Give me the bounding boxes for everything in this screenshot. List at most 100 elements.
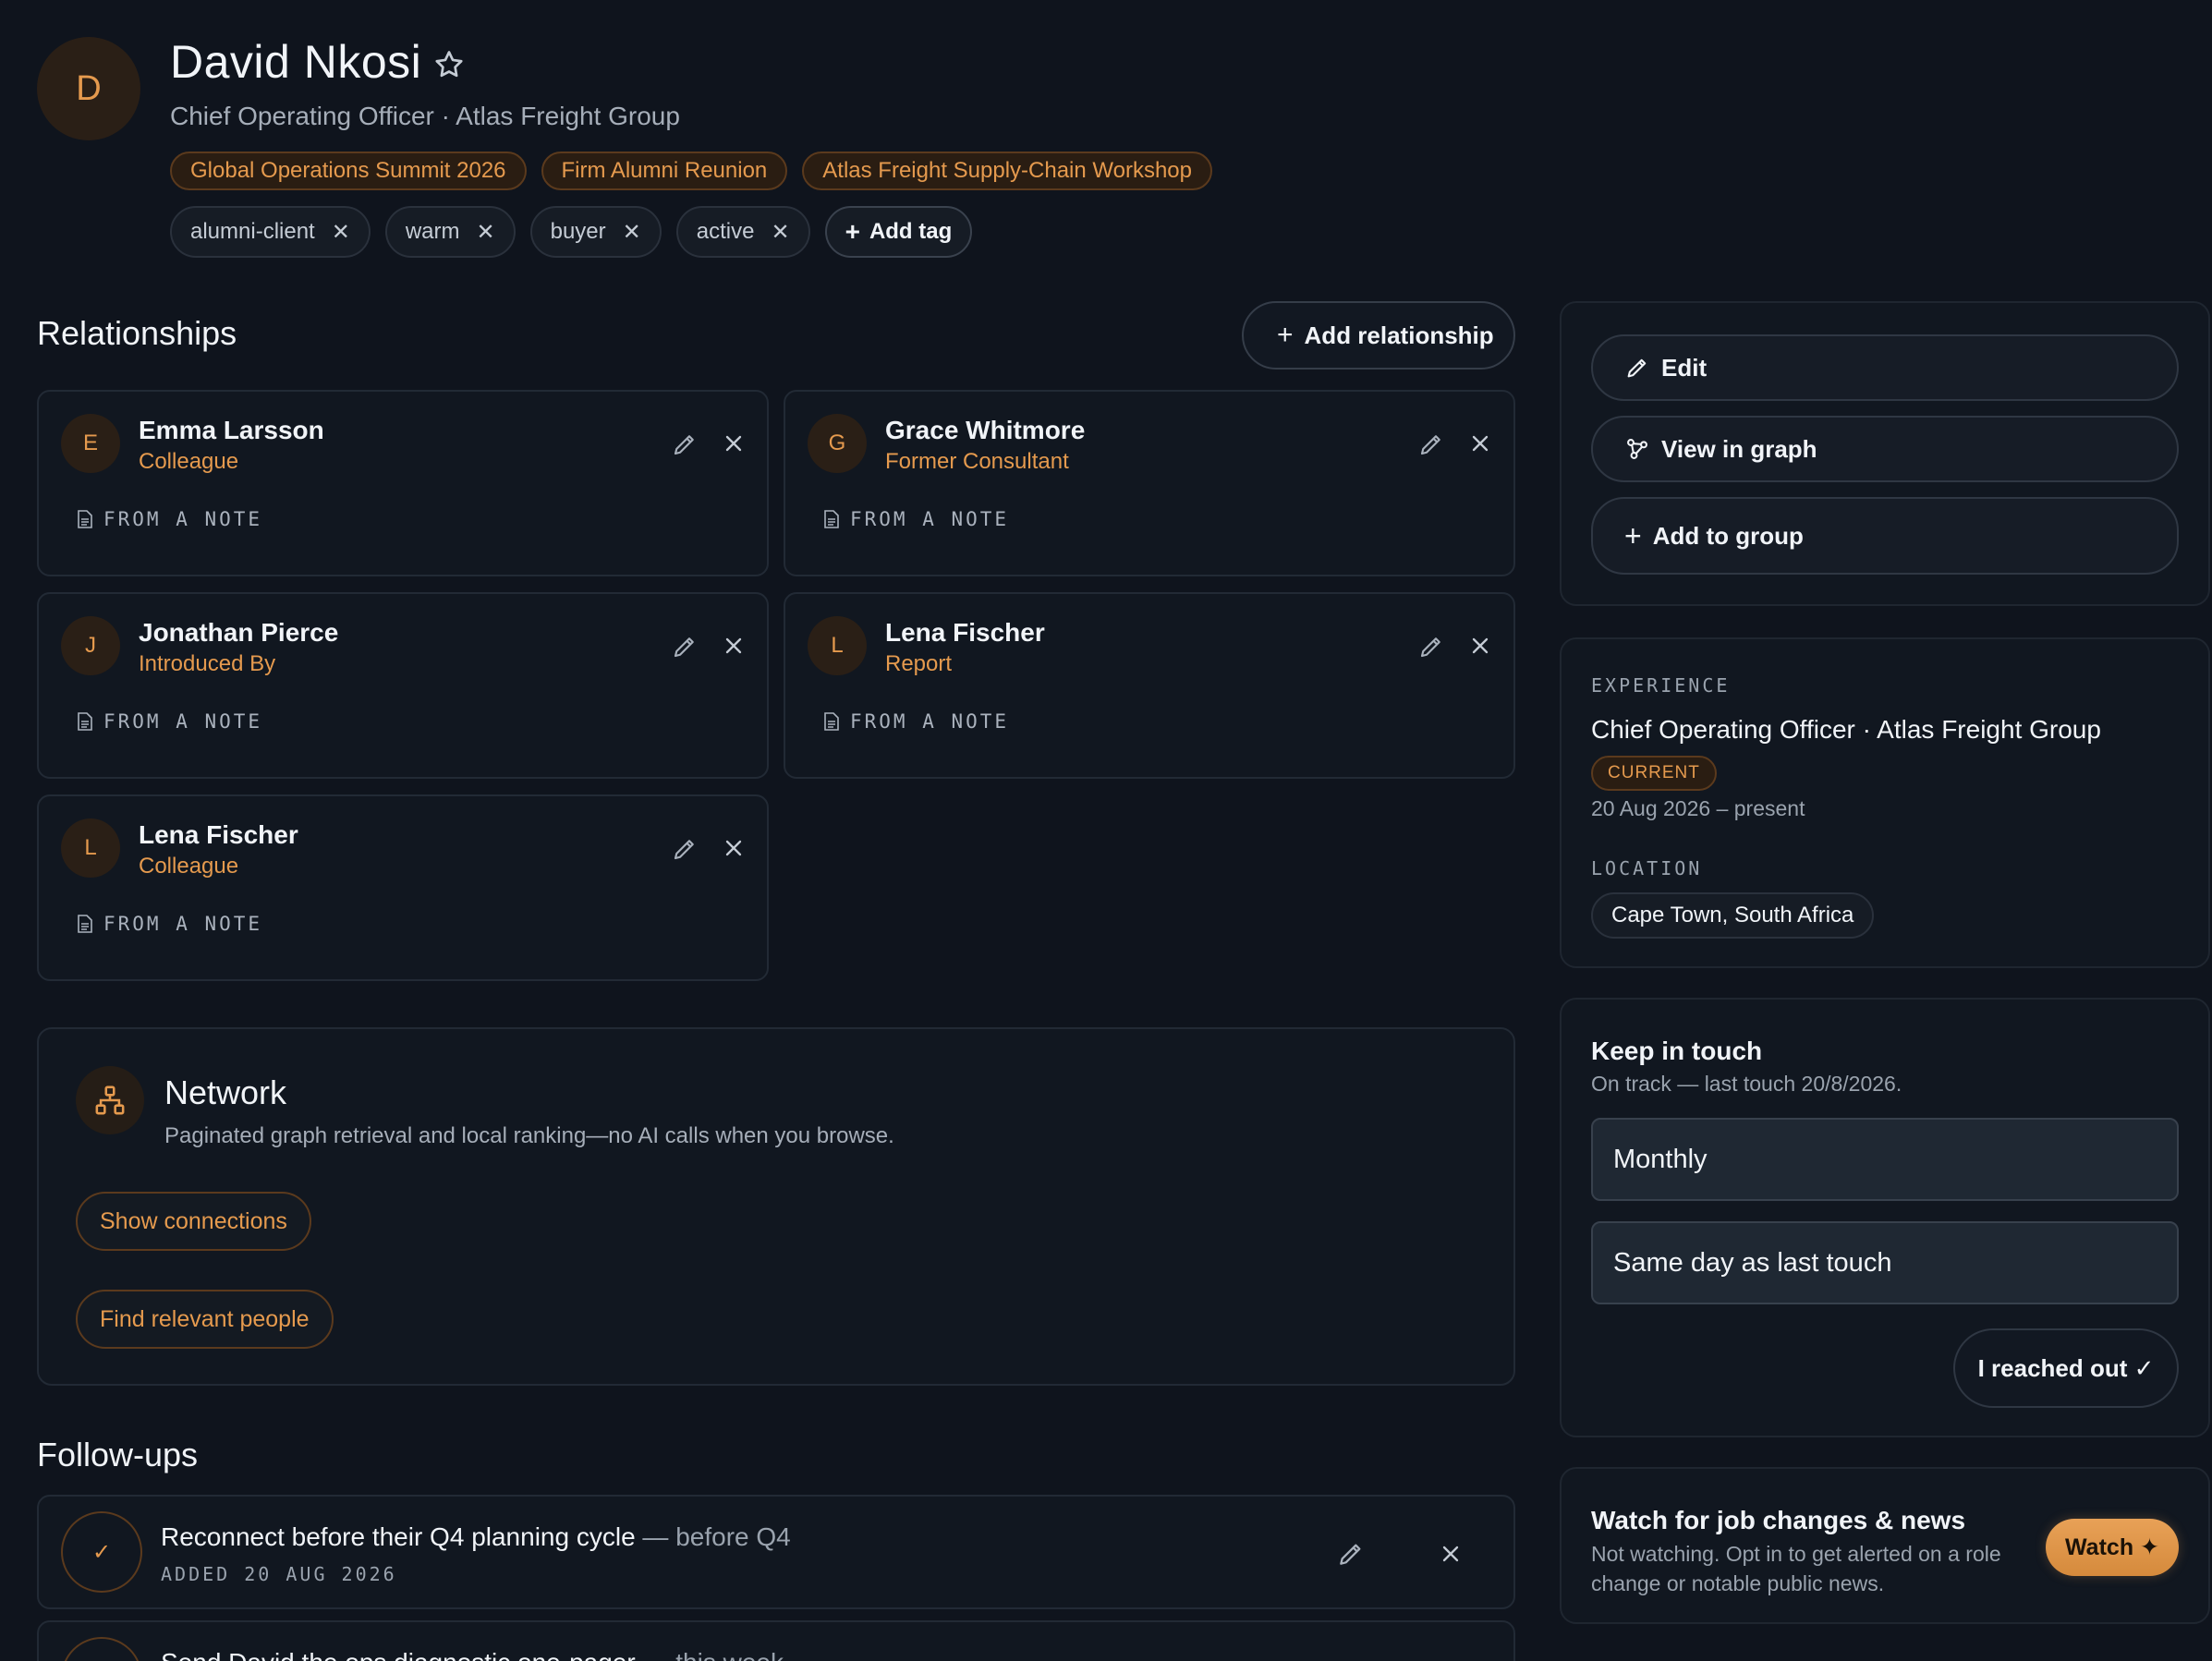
add-relationship-button[interactable]: + Add relationship [1242, 301, 1515, 370]
relationship-name[interactable]: Emma Larsson [139, 416, 324, 445]
add-to-group-label: Add to group [1652, 521, 1804, 550]
complete-checkbox[interactable] [61, 1637, 142, 1661]
relationship-name[interactable]: Lena Fischer [139, 820, 298, 850]
followup-text: Reconnect before their Q4 planning cycle [161, 1522, 636, 1551]
followup-title: Reconnect before their Q4 planning cycle… [161, 1522, 791, 1552]
tag-label: active [696, 219, 755, 244]
relationship-role: Former Consultant [885, 449, 1069, 474]
keep-in-touch-title: Keep in touch [1591, 1037, 1763, 1065]
plus-icon: + [1624, 518, 1642, 552]
followup-item: ✓ Reconnect before their Q4 planning cyc… [37, 1495, 1515, 1609]
relationship-name[interactable]: Jonathan Pierce [139, 618, 338, 648]
add-tag-label: Add tag [869, 219, 953, 244]
remove-tag-icon[interactable]: ✕ [477, 219, 495, 246]
network-card: Network Paginated graph retrieval and lo… [37, 1027, 1515, 1386]
relationship-card: L Lena Fischer Colleague FROM A NOTE [37, 794, 769, 981]
close-icon[interactable] [721, 430, 747, 456]
close-icon[interactable] [1467, 633, 1493, 659]
experience-label: EXPERIENCE [1591, 674, 1731, 697]
relationship-card: J Jonathan Pierce Introduced By FROM A N… [37, 592, 769, 779]
relationship-card: L Lena Fischer Report FROM A NOTE [784, 592, 1515, 779]
pencil-icon [1627, 358, 1647, 378]
pencil-icon[interactable] [671, 633, 699, 661]
remove-tag-icon[interactable]: ✕ [623, 219, 641, 246]
check-icon: ✓ [91, 1539, 112, 1565]
experience-card: EXPERIENCE Chief Operating Officer · Atl… [1560, 637, 2210, 968]
actions-card: Edit View in graph + Add to group [1560, 301, 2210, 606]
find-relevant-people-button[interactable]: Find relevant people [76, 1290, 334, 1349]
graph-icon [1627, 439, 1647, 459]
tag-label: alumni-client [190, 219, 315, 244]
relationship-name[interactable]: Grace Whitmore [885, 416, 1085, 445]
source-text: FROM A NOTE [103, 508, 263, 530]
relationship-name[interactable]: Lena Fischer [885, 618, 1045, 648]
event-chips: Global Operations Summit 2026 Firm Alumn… [170, 152, 1213, 190]
show-connections-button[interactable]: Show connections [76, 1192, 311, 1251]
source-text: FROM A NOTE [103, 710, 263, 733]
add-tag-button[interactable]: + Add tag [824, 206, 973, 258]
tag-chip: warm ✕ [384, 206, 516, 258]
watch-button[interactable]: Watch ✦ [2046, 1519, 2179, 1576]
page-title: David Nkosi [170, 36, 422, 88]
edit-button[interactable]: Edit [1591, 334, 2179, 401]
pencil-icon[interactable] [1417, 633, 1445, 661]
close-icon[interactable] [721, 633, 747, 659]
source-label: FROM A NOTE [76, 710, 262, 733]
network-title: Network [164, 1073, 287, 1111]
followup-due: — before Q4 [635, 1522, 791, 1551]
source-text: FROM A NOTE [103, 913, 263, 935]
add-to-group-button[interactable]: + Add to group [1591, 497, 2179, 575]
followups-title: Follow-ups [37, 1436, 199, 1473]
close-icon[interactable] [1438, 1541, 1464, 1567]
view-in-graph-button[interactable]: View in graph [1591, 416, 2179, 482]
avatar-letter: D [76, 68, 102, 108]
pencil-icon[interactable] [1336, 1539, 1366, 1569]
followup-item: Send David the ops diagnostic one-pager … [37, 1620, 1515, 1661]
document-icon [824, 712, 839, 731]
tag-chips: alumni-client ✕ warm ✕ buyer ✕ active ✕ + Add… [170, 206, 973, 258]
event-chip[interactable]: Atlas Freight Supply-Chain Workshop [802, 152, 1213, 190]
close-icon[interactable] [721, 835, 747, 861]
event-chip[interactable]: Firm Alumni Reunion [541, 152, 788, 190]
followup-text: Send David the ops diagnostic one-pager [161, 1648, 636, 1661]
source-label: FROM A NOTE [76, 508, 262, 530]
experience-dates: 20 Aug 2026 – present [1591, 796, 1805, 820]
relationship-role: Introduced By [139, 651, 276, 676]
frequency-select[interactable]: Monthly [1591, 1118, 2179, 1201]
avatar: L [808, 616, 867, 675]
document-icon [78, 712, 92, 731]
remove-tag-icon[interactable]: ✕ [332, 219, 350, 246]
keep-in-touch-status: On track — last touch 20/8/2026. [1591, 1072, 1902, 1096]
status-badge: CURRENT [1591, 756, 1717, 791]
location-chip: Cape Town, South Africa [1591, 892, 1875, 939]
source-label: FROM A NOTE [76, 913, 262, 935]
relationships-title: Relationships [37, 314, 237, 352]
profile-subtitle: Chief Operating Officer · Atlas Freight … [170, 102, 680, 130]
followup-title: Send David the ops diagnostic one-pager … [161, 1648, 784, 1661]
complete-checkbox[interactable]: ✓ [61, 1511, 142, 1593]
pencil-icon[interactable] [1417, 430, 1445, 458]
source-label: FROM A NOTE [822, 710, 1009, 733]
followup-due: — this week [636, 1648, 784, 1661]
remove-tag-icon[interactable]: ✕ [771, 219, 789, 246]
plus-icon: + [845, 217, 860, 246]
star-icon[interactable] [432, 48, 466, 81]
reached-out-button[interactable]: I reached out ✓ [1953, 1328, 2179, 1408]
add-relationship-label: Add relationship [1304, 321, 1494, 349]
network-icon [76, 1066, 144, 1134]
tag-chip: alumni-client ✕ [170, 206, 371, 258]
source-label: FROM A NOTE [822, 508, 1009, 530]
source-text: FROM A NOTE [850, 710, 1010, 733]
close-icon[interactable] [1467, 430, 1493, 456]
watch-title: Watch for job changes & news [1591, 1506, 1966, 1534]
document-icon [824, 510, 839, 528]
followup-added: ADDED 20 AUG 2026 [161, 1563, 397, 1585]
relationship-card: G Grace Whitmore Former Consultant FROM … [784, 390, 1515, 576]
document-icon [78, 915, 92, 933]
pencil-icon[interactable] [671, 835, 699, 863]
event-chip[interactable]: Global Operations Summit 2026 [170, 152, 527, 190]
pencil-icon[interactable] [671, 430, 699, 458]
location-label: LOCATION [1591, 857, 1703, 879]
anchor-select[interactable]: Same day as last touch [1591, 1221, 2179, 1304]
tag-chip: buyer ✕ [529, 206, 662, 258]
